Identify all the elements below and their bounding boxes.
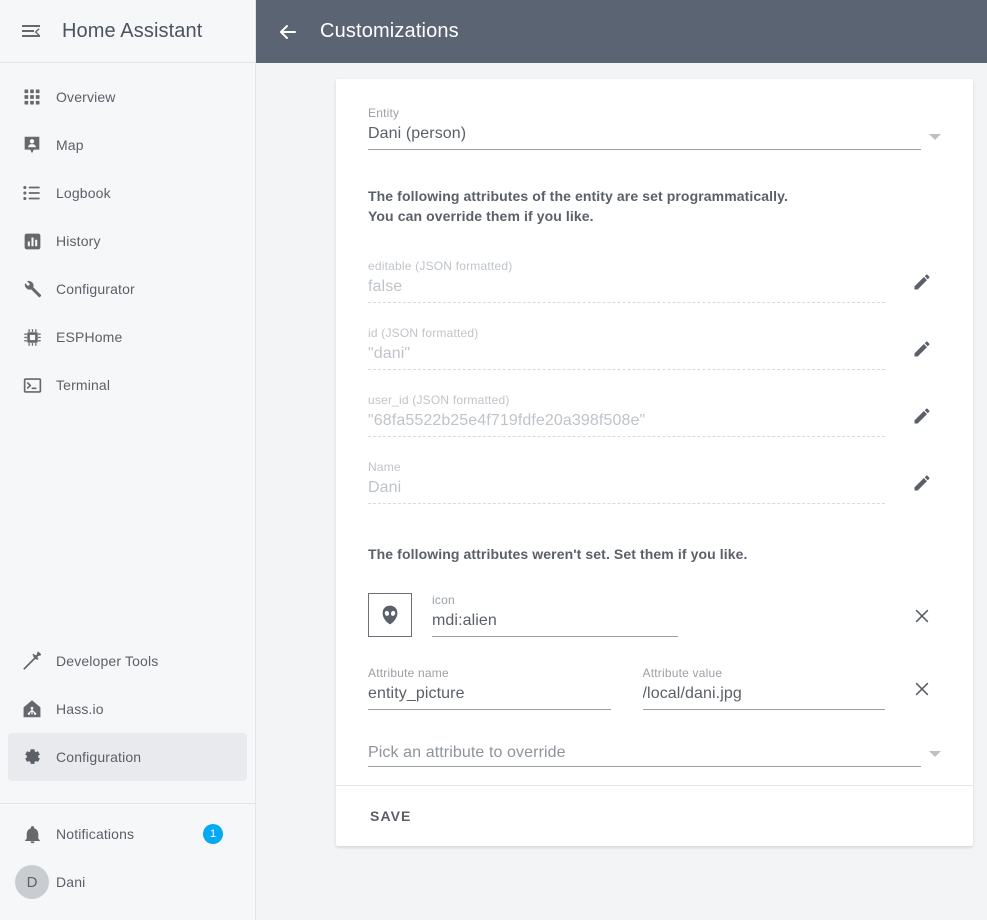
attribute-row-custom: Attribute name entity_picture Attribute … <box>368 665 941 710</box>
note-programmatic: The following attributes of the entity a… <box>368 188 788 224</box>
note-unset: The following attributes weren't set. Se… <box>368 546 748 562</box>
menu-open-icon[interactable] <box>0 0 62 63</box>
sidebar-item-esphome[interactable]: ESPHome <box>8 313 247 361</box>
attribute-row-id: id (JSON formatted) "dani" <box>368 325 941 370</box>
pencil-icon[interactable] <box>903 397 941 435</box>
sidebar-item-configuration[interactable]: Configuration <box>8 733 247 781</box>
attribute-value: "68fa5522b25e4f719fdfe20a398f508e" <box>368 412 646 429</box>
content-area: Entity Dani (person) The following attri… <box>256 63 987 920</box>
attribute-row-user-id: user_id (JSON formatted) "68fa5522b25e4f… <box>368 392 941 437</box>
sidebar-item-user[interactable]: D Dani <box>8 858 247 906</box>
chevron-down-icon[interactable] <box>929 134 941 140</box>
attribute-row-icon: icon mdi:alien <box>368 592 941 637</box>
close-icon[interactable] <box>903 670 941 708</box>
attribute-row-editable: editable (JSON formatted) false <box>368 258 941 303</box>
sidebar-item-map[interactable]: Map <box>8 121 247 169</box>
sidebar-item-notifications[interactable]: Notifications 1 <box>8 810 247 858</box>
sidebar-item-label: Overview <box>56 89 116 105</box>
pencil-icon[interactable] <box>903 464 941 502</box>
avatar: D <box>8 865 56 899</box>
entity-label: Entity <box>368 106 400 120</box>
attribute-override-placeholder[interactable]: Pick an attribute to override <box>368 740 921 766</box>
sidebar-item-logbook[interactable]: Logbook <box>8 169 247 217</box>
pencil-icon[interactable] <box>903 330 941 368</box>
entity-value[interactable]: Dani (person) <box>368 121 921 149</box>
card-body: Entity Dani (person) The following attri… <box>336 79 973 785</box>
sidebar-item-terminal[interactable]: Terminal <box>8 361 247 409</box>
sidebar-item-developer-tools[interactable]: Developer Tools <box>8 637 247 685</box>
sidebar-item-label: Hass.io <box>56 701 104 717</box>
sidebar-item-label: Configuration <box>56 749 142 765</box>
alien-icon <box>368 593 412 637</box>
bell-icon <box>8 824 56 845</box>
attribute-label: user_id (JSON formatted) <box>368 393 510 407</box>
attribute-value: Dani <box>368 479 402 496</box>
sidebar-item-label: Configurator <box>56 281 135 297</box>
sidebar-item-label: Terminal <box>56 377 111 393</box>
format-list-bulleted-icon <box>8 182 56 204</box>
wrench-icon <box>8 278 56 300</box>
attribute-value: "dani" <box>368 345 411 362</box>
main-area: Customizations Entity Dani (person) The … <box>256 0 987 920</box>
cog-icon <box>8 746 56 768</box>
attribute-name-input[interactable]: entity_picture <box>368 681 611 709</box>
sidebar-title: Home Assistant <box>62 19 203 42</box>
sidebar-item-label: Developer Tools <box>56 653 159 669</box>
console-icon <box>8 375 56 396</box>
attribute-value-input[interactable]: /local/dani.jpg <box>643 681 886 709</box>
hammer-icon <box>8 650 56 672</box>
sidebar-item-label: History <box>56 233 101 249</box>
icon-field-label: icon <box>432 593 455 607</box>
attribute-label: editable (JSON formatted) <box>368 259 513 273</box>
sidebar-item-label: Dani <box>56 874 86 890</box>
view-dashboard-icon <box>8 87 56 107</box>
attribute-label: Name <box>368 460 401 474</box>
notifications-badge: 1 <box>203 824 223 844</box>
sidebar: Home Assistant Overview Map Logbook Hist… <box>0 0 256 920</box>
save-button[interactable]: SAVE <box>362 800 420 832</box>
attribute-override-picker[interactable]: Pick an attribute to override <box>368 740 941 767</box>
arrow-left-icon[interactable] <box>256 0 320 63</box>
avatar-initial: D <box>15 865 49 899</box>
sidebar-item-label: Logbook <box>56 185 111 201</box>
pencil-icon[interactable] <box>903 263 941 301</box>
sidebar-item-configurator[interactable]: Configurator <box>8 265 247 313</box>
sidebar-nav: Overview Map Logbook History Configurato… <box>0 63 255 803</box>
sidebar-item-label: Notifications <box>56 826 135 842</box>
customizations-card: Entity Dani (person) The following attri… <box>336 79 973 846</box>
icon-field-value[interactable]: mdi:alien <box>432 608 678 636</box>
attribute-row-name: Name Dani <box>368 459 941 504</box>
map-marker-account-icon <box>8 134 56 156</box>
chart-box-icon <box>8 231 56 252</box>
attribute-value-label: Attribute value <box>642 666 723 680</box>
sidebar-item-label: ESPHome <box>56 329 123 345</box>
sidebar-footer: Notifications 1 D Dani <box>0 803 255 920</box>
page-title: Customizations <box>320 20 459 42</box>
attribute-label: id (JSON formatted) <box>368 326 479 340</box>
app-root: Home Assistant Overview Map Logbook Hist… <box>0 0 987 920</box>
sidebar-item-history[interactable]: History <box>8 217 247 265</box>
sidebar-item-label: Map <box>56 137 84 153</box>
attribute-value: false <box>368 278 403 295</box>
hassio-icon <box>8 698 56 720</box>
chevron-down-icon[interactable] <box>929 751 941 757</box>
entity-picker[interactable]: Entity Dani (person) <box>368 105 941 150</box>
close-icon[interactable] <box>903 597 941 635</box>
attribute-name-label: Attribute name <box>368 666 449 680</box>
sidebar-item-hassio[interactable]: Hass.io <box>8 685 247 733</box>
chip-icon <box>8 327 56 348</box>
sidebar-header: Home Assistant <box>0 0 255 63</box>
sidebar-item-overview[interactable]: Overview <box>8 73 247 121</box>
card-actions: SAVE <box>336 785 973 846</box>
app-toolbar: Customizations <box>256 0 987 63</box>
